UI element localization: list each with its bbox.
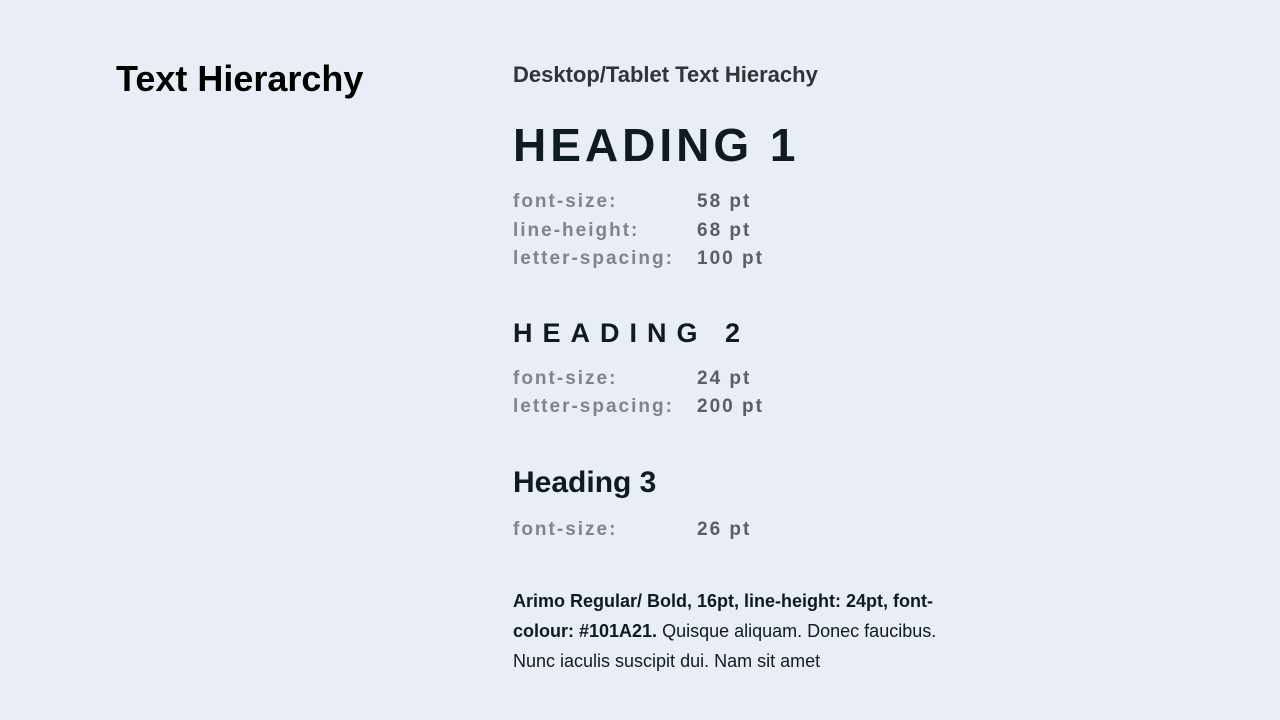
spec-value: 24 pt — [697, 365, 751, 394]
spec-value: 100 pt — [697, 245, 764, 274]
heading-3-specs: font-size: 26 pt — [513, 516, 983, 545]
spec-row: font-size: 24 pt — [513, 365, 983, 394]
spec-row: font-size: 58 pt — [513, 188, 983, 217]
content-column: HEADING 1 font-size: 58 pt line-height: … — [513, 118, 983, 676]
spec-row: letter-spacing: 200 pt — [513, 393, 983, 422]
page-title: Text Hierarchy — [116, 58, 363, 100]
heading-2-sample: HEADING 2 — [513, 318, 983, 349]
spec-label: font-size: — [513, 365, 697, 394]
spec-value: 200 pt — [697, 393, 764, 422]
spec-row: font-size: 26 pt — [513, 516, 983, 545]
spec-row: letter-spacing: 100 pt — [513, 245, 983, 274]
section-title: Desktop/Tablet Text Hierachy — [513, 62, 818, 88]
spec-label: font-size: — [513, 188, 697, 217]
spec-row: line-height: 68 pt — [513, 217, 983, 246]
heading-2-specs: font-size: 24 pt letter-spacing: 200 pt — [513, 365, 983, 422]
heading-1-sample: HEADING 1 — [513, 118, 983, 172]
spec-label: letter-spacing: — [513, 393, 697, 422]
heading-3-sample: Heading 3 — [513, 466, 983, 500]
heading-1-specs: font-size: 58 pt line-height: 68 pt lett… — [513, 188, 983, 274]
spec-label: letter-spacing: — [513, 245, 697, 274]
body-text-sample: Arimo Regular/ Bold, 16pt, line-height: … — [513, 586, 963, 676]
spec-label: line-height: — [513, 217, 697, 246]
spec-value: 58 pt — [697, 188, 751, 217]
spec-label: font-size: — [513, 516, 697, 545]
spec-value: 26 pt — [697, 516, 751, 545]
spec-value: 68 pt — [697, 217, 751, 246]
